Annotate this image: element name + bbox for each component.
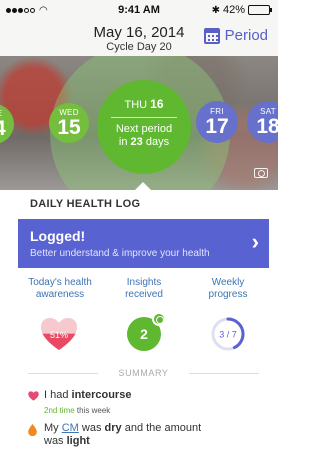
card-title: DAILY HEALTH LOG <box>30 198 141 210</box>
weekly-value: 3 / 7 <box>219 330 237 340</box>
summary-subtext: 2nd time this week <box>44 406 111 415</box>
insights-count-button[interactable]: 2 <box>127 312 166 351</box>
daily-health-log-card: DAILY HEALTH LOG Logged! Better understa… <box>18 190 269 457</box>
day-circle-fri[interactable]: FRI 17 <box>196 101 238 143</box>
weekly-progress-ring[interactable]: 3 / 7 <box>210 316 246 352</box>
chevron-right-icon: › <box>251 229 259 254</box>
period-button[interactable]: Period <box>203 27 268 44</box>
insights-label: Insights received <box>125 277 163 300</box>
health-awareness-label: Today's health awareness <box>28 277 92 300</box>
summary-heading: SUMMARY <box>28 368 259 378</box>
card-pointer <box>135 182 151 190</box>
drop-icon <box>28 424 37 436</box>
header: May 16, 2014 Cycle Day 20 Period <box>0 20 278 56</box>
day-number: 17 <box>205 115 229 138</box>
camera-icon[interactable] <box>254 168 268 178</box>
summary-item-cervical-mucus[interactable]: My CM was dry and the amount was light <box>28 422 259 448</box>
status-bar: ◠ 9:41 AM ✱ 42% <box>0 0 278 20</box>
battery-icon <box>248 5 272 15</box>
awareness-value: 51% <box>50 330 68 340</box>
logged-subtitle: Better understand & improve your health <box>30 248 210 259</box>
heart-icon <box>28 391 39 401</box>
day-circle-sat[interactable]: SAT 18 <box>247 101 278 143</box>
summary-item-intercourse[interactable]: I had intercourse 2nd time this week <box>28 389 259 417</box>
today-circle[interactable]: THU 16 Next period in 23 days <box>97 80 191 174</box>
calendar-icon <box>203 27 220 44</box>
heart-gauge-icon[interactable]: 51% <box>40 317 78 351</box>
logged-banner[interactable]: Logged! Better understand & improve your… <box>18 219 269 268</box>
day-number: 15 <box>57 116 81 139</box>
summary-prefix: I had <box>44 389 69 401</box>
bluetooth-icon: ✱ <box>211 4 220 16</box>
logged-title: Logged! <box>30 228 86 244</box>
today-day-label: THU 16 <box>124 97 164 111</box>
weekly-progress-label: Weekly progress <box>208 277 248 300</box>
day-number: 14 <box>0 118 14 139</box>
summary-bold: intercourse <box>71 389 132 401</box>
insight-badge-icon <box>152 312 166 326</box>
next-period-text: Next period in 23 days <box>115 123 173 148</box>
period-button-label: Period <box>224 27 268 44</box>
insights-count: 2 <box>140 326 148 342</box>
day-circle-wed[interactable]: WED 15 <box>49 103 89 143</box>
day-carousel[interactable]: TUE 14 WED 15 THU 16 Next period in 23 d… <box>0 56 278 190</box>
cm-link[interactable]: CM <box>62 422 79 434</box>
day-number: 18 <box>256 115 278 138</box>
battery-percent: 42% <box>222 4 245 16</box>
day-circle-tue[interactable]: TUE 14 <box>0 104 14 144</box>
